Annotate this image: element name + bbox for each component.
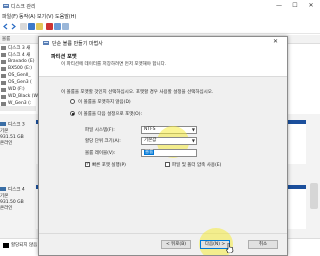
chevron-down-icon: ▼ [191, 138, 195, 143]
cancel-button[interactable]: 취소 [248, 240, 278, 249]
compression-label[interactable]: 파일 및 폴더 압축 사용(E) [172, 162, 221, 168]
disk-status: 온라인 [0, 141, 13, 147]
file-system-label: 파일 시스템(F): [85, 128, 115, 133]
allocation-unit-value: 기본값 [144, 138, 157, 143]
page-heading: 파티션 포맷 [51, 54, 77, 60]
volume-icon [1, 59, 6, 64]
legend-unallocated: 할당되지 않음 [11, 243, 38, 248]
format-description: 이 볼륨을 포맷할 것인지 선택하십시오. 포맷할 경우 사용할 설정을 선택하… [61, 90, 214, 95]
volume-column-header[interactable]: 볼륨 [2, 36, 10, 42]
allocation-unit-select[interactable]: 기본값 ▼ [141, 137, 197, 145]
disk-name: 디스크 4 [8, 187, 25, 193]
volume-icon [1, 94, 6, 99]
new-simple-volume-wizard: 단순 볼륨 만들기 마법사 ✕ 파티션 포맷 이 파티션에 데이터를 저장하려면… [38, 36, 288, 256]
help-icon[interactable] [28, 23, 35, 30]
menu-view[interactable]: 보기(V) [37, 13, 54, 20]
unallocated-swatch [3, 243, 9, 248]
disk-icon [0, 187, 6, 191]
no-format-radio[interactable] [70, 99, 75, 104]
volume-name: 디스크 3 새 [8, 45, 31, 51]
volume-row[interactable]: OS_Gen3 ( [0, 79, 38, 86]
volume-label-input[interactable]: 볼륨 [141, 149, 197, 157]
disk-map-scrollbar[interactable] [310, 183, 318, 209]
volume-row[interactable]: OS_GenII_ [0, 72, 38, 79]
volume-name: BX500 (E:) [8, 65, 33, 71]
menu-file[interactable]: 파일(F) [2, 13, 18, 20]
disk-info-box[interactable]: 디스크 3 기본 931.51 GB 온라인 [0, 122, 36, 148]
maximize-button[interactable]: ☐ [288, 1, 302, 10]
volume-name: Bravado (E) [8, 58, 35, 64]
minimize-button[interactable]: — [272, 1, 286, 10]
volume-list-scrollbar[interactable] [0, 106, 36, 111]
menu-help[interactable]: 도움말(H) [55, 13, 76, 20]
volume-label-value: 볼륨 [144, 150, 155, 155]
volume-icon [1, 45, 6, 50]
volume-row[interactable]: 디스크 4 새 [0, 51, 38, 58]
wizard-disk-icon [43, 41, 49, 45]
format-label[interactable]: 이 볼륨을 다음 설정으로 포맷(O): [78, 111, 142, 117]
volume-name: WD_Black (W [8, 93, 38, 99]
volume-icon [1, 87, 6, 92]
close-button[interactable]: ✕ [304, 1, 318, 10]
rescan-icon[interactable] [62, 23, 69, 30]
properties-icon[interactable] [36, 23, 43, 30]
volume-name: OS_Gen3 ( [8, 79, 32, 85]
disk-name: 디스크 3 [8, 122, 25, 128]
volume-icon [1, 73, 6, 78]
volume-label-label: 볼륨 레이블(V): [85, 151, 116, 156]
no-format-label[interactable]: 이 볼륨을 포맷하지 않음(D) [78, 99, 131, 105]
refresh-icon[interactable] [54, 23, 61, 30]
format-radio[interactable] [70, 111, 75, 116]
disk-icon [0, 122, 6, 126]
menu-action[interactable]: 동작(A) [19, 13, 36, 20]
page-subheading: 이 파티션에 데이터를 저장하려면 먼저 포맷해야 합니다. [61, 62, 167, 67]
volume-icon [1, 52, 6, 57]
forward-arrow-icon[interactable] [10, 23, 17, 30]
volume-icon [1, 80, 6, 85]
volume-row[interactable]: 디스크 3 새 [0, 44, 38, 51]
volume-icon [1, 66, 6, 71]
dialog-title: 단순 볼륨 만들기 마법사 [52, 41, 103, 47]
back-button[interactable]: < 뒤로(B) [161, 240, 191, 249]
volume-row[interactable]: WD_Black (W [0, 93, 38, 100]
quick-format-checkbox[interactable]: ✓ [85, 162, 90, 167]
volume-name: W_Gen3 (: [8, 100, 32, 106]
volume-name: 디스크 4 새 [8, 52, 31, 58]
volume-name: WD (F:) [8, 86, 25, 92]
allocation-unit-label: 할당 단위 크기(A): [85, 139, 121, 144]
volume-row[interactable]: Bravado (E) [0, 58, 38, 65]
quick-format-label[interactable]: 빠른 포맷 실행(P) [92, 162, 126, 168]
dialog-close-button[interactable]: ✕ [273, 38, 278, 45]
file-system-value: NTFS [144, 127, 156, 132]
back-arrow-icon[interactable] [2, 23, 9, 30]
console-tree-icon[interactable] [20, 23, 27, 30]
volume-row[interactable]: BX500 (E:) [0, 65, 38, 72]
disk-info-box[interactable]: 디스크 4 기본 931.50 GB 온라인 [0, 187, 36, 213]
window-title: 디스크 관리 [11, 4, 36, 10]
disk-status: 온라인 [0, 206, 13, 212]
chevron-down-icon: ▼ [191, 127, 195, 132]
volume-row[interactable]: WD (F:) [0, 86, 38, 93]
hand-cursor-icon [226, 243, 234, 253]
compression-checkbox[interactable] [165, 162, 170, 167]
volume-name: OS_GenII_ [8, 72, 31, 78]
disk-management-app-icon [3, 4, 9, 8]
delete-icon[interactable] [46, 23, 53, 30]
volume-icon [1, 101, 6, 106]
